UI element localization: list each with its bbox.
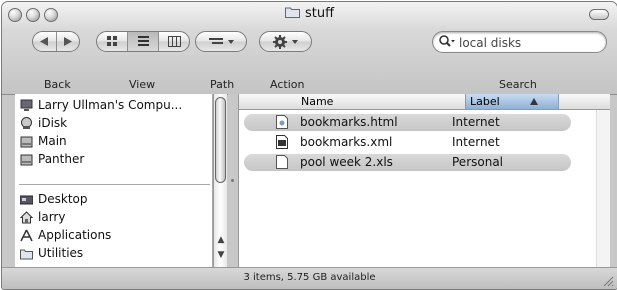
action-button[interactable] <box>259 31 312 52</box>
resize-dot <box>231 179 234 182</box>
sidebar-item-label: larry <box>38 210 66 224</box>
sort-ascending-icon <box>530 98 538 105</box>
sidebar-item-label: Panther <box>38 152 85 166</box>
xml-file-icon <box>276 135 288 149</box>
sidebar-scroll-thumb[interactable] <box>215 97 226 183</box>
back-button[interactable] <box>33 32 56 51</box>
file-label: Internet <box>452 135 500 149</box>
resize-grip-icon[interactable] <box>602 275 614 287</box>
back-forward-buttons <box>32 31 80 52</box>
scroll-down-arrow-icon[interactable]: ▼ <box>216 250 226 260</box>
computer-icon <box>20 99 33 111</box>
toolbar-toggle-button[interactable] <box>589 9 609 20</box>
list-view-icon <box>138 36 149 46</box>
document-icon <box>276 155 288 169</box>
list-item[interactable]: pool week 2.xls Personal <box>244 154 571 171</box>
back-label: Back <box>44 78 71 91</box>
search-input[interactable] <box>457 33 601 53</box>
column-header-label-text: Label <box>470 95 500 108</box>
status-text: 3 items, 5.75 GB available <box>243 272 376 283</box>
file-name: bookmarks.html <box>300 115 398 129</box>
sidebar-item-label: Larry Ullman's Compu... <box>38 98 183 112</box>
path-label: Path <box>210 78 235 91</box>
list-header: Name Label <box>239 94 610 110</box>
action-label: Action <box>270 78 305 91</box>
forward-button[interactable] <box>56 32 80 51</box>
sidebar-item-label: Desktop <box>38 192 88 206</box>
sidebar-scrollbar[interactable]: ▲ ▼ <box>213 94 227 267</box>
path-button[interactable] <box>195 31 247 52</box>
drive-icon <box>20 136 33 148</box>
desktop-icon <box>20 195 33 205</box>
file-name: pool week 2.xls <box>300 155 393 169</box>
file-label: Personal <box>452 155 504 169</box>
sidebar-resize-handle[interactable] <box>228 94 238 267</box>
column-header-name[interactable]: Name <box>301 95 333 108</box>
list-view-button[interactable] <box>127 32 159 51</box>
sidebar-item-label: Applications <box>38 228 112 242</box>
column-header-label[interactable]: Label <box>465 94 559 109</box>
icon-view-icon <box>107 36 117 46</box>
folder-icon <box>284 7 300 18</box>
sidebar-item-label: iDisk <box>38 116 68 130</box>
search-icon <box>439 35 455 47</box>
back-arrow-icon <box>40 37 48 46</box>
html-file-icon <box>276 115 288 129</box>
window-title: stuff <box>2 6 617 21</box>
applications-icon <box>20 229 33 242</box>
column-view-button[interactable] <box>158 32 190 51</box>
column-view-icon <box>168 36 181 47</box>
folder-icon <box>20 249 33 260</box>
finder-window: stuff local disks Back View Path Action … <box>1 1 617 290</box>
sidebar-item-label: Utilities <box>38 246 84 260</box>
path-menu-icon <box>209 38 234 44</box>
icon-view-button[interactable] <box>97 32 127 51</box>
view-label: View <box>129 78 156 91</box>
search-field[interactable] <box>432 31 607 53</box>
list-scrollbar[interactable] <box>596 110 610 267</box>
gear-icon <box>273 35 298 49</box>
sidebar-item-label: Main <box>38 134 67 148</box>
file-list: Name Label bookmarks.html Internet bookm… <box>238 94 610 267</box>
forward-arrow-icon <box>64 37 72 46</box>
file-name: bookmarks.xml <box>300 135 393 149</box>
sidebar-divider <box>19 184 210 185</box>
sidebar: Larry Ullman's Compu... iDisk Main Panth… <box>15 94 213 267</box>
file-label: Internet <box>452 115 500 129</box>
idisk-icon <box>21 117 32 129</box>
list-item[interactable]: bookmarks.html Internet <box>244 114 571 131</box>
scroll-up-arrow-icon[interactable]: ▲ <box>216 235 226 245</box>
status-bar: 3 items, 5.75 GB available <box>2 267 617 289</box>
toolbar-area: stuff local disks Back View Path Action … <box>2 2 617 95</box>
home-icon <box>20 211 33 224</box>
drive-icon <box>20 154 33 166</box>
search-label: Search <box>499 78 537 91</box>
view-buttons <box>96 31 190 52</box>
window-title-text: stuff <box>304 6 335 21</box>
list-item[interactable]: bookmarks.xml Internet <box>244 134 571 151</box>
